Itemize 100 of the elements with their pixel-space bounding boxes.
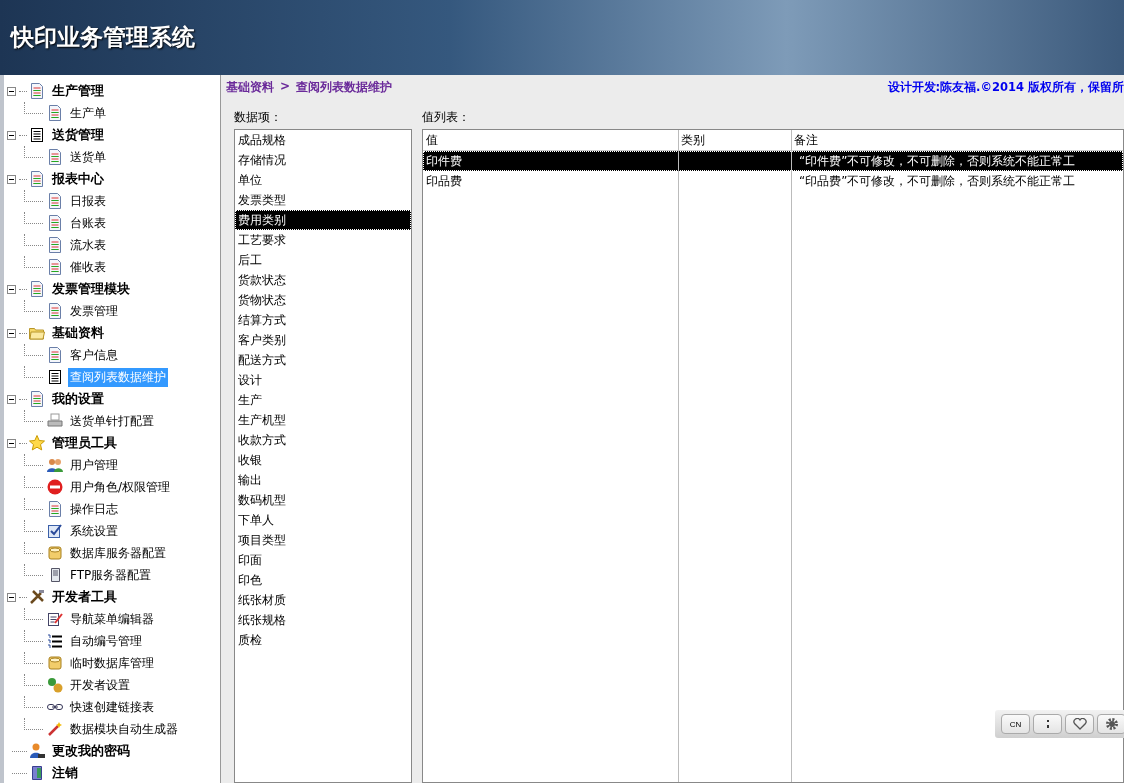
list-item[interactable]: 费用类别 [235, 210, 411, 230]
list-item[interactable]: 客户类别 [235, 330, 411, 350]
list-item[interactable]: 设计 [235, 370, 411, 390]
tree-item[interactable]: 导航菜单编辑器 [68, 609, 156, 629]
table-row[interactable]: 印件费 “印件费”不可修改，不可删除，否则系统不能正常工 [423, 151, 1123, 171]
list-item[interactable]: 货款状态 [235, 270, 411, 290]
list-item[interactable]: 结算方式 [235, 310, 411, 330]
tree-node[interactable]: 开发者工具 [50, 587, 119, 607]
column-header[interactable]: 备注 [791, 130, 1123, 150]
database-icon [47, 655, 63, 671]
heart-icon [1072, 718, 1087, 730]
data-items-label: 数据项： [234, 109, 283, 126]
door-icon [29, 765, 45, 781]
list-item[interactable]: 输出 [235, 470, 411, 490]
list-item[interactable]: 发票类型 [235, 190, 411, 210]
tools-icon [29, 589, 45, 605]
tree-item[interactable]: 用户管理 [68, 455, 120, 475]
tree-item[interactable]: 数据模块自动生成器 [68, 719, 180, 739]
table-cell-text: “印件费”不可修改，不可删除，否则系统不能正常工 [798, 153, 1077, 170]
tree-item[interactable]: 开发者设置 [68, 675, 132, 695]
folder-icon [29, 325, 45, 341]
star-icon [29, 435, 45, 451]
table-row[interactable]: 印品费 “印品费”不可修改，不可删除，否则系统不能正常工 [423, 171, 1123, 191]
tree-node[interactable]: 更改我的密码 [50, 741, 132, 761]
document-icon [47, 215, 63, 231]
list-item[interactable]: 配送方式 [235, 350, 411, 370]
list-item[interactable]: 收银 [235, 450, 411, 470]
list-item[interactable]: 生产 [235, 390, 411, 410]
tree-item[interactable]: 客户信息 [68, 345, 120, 365]
list-item[interactable]: 项目类型 [235, 530, 411, 550]
breadcrumb-link[interactable]: 查阅列表数据维护 [296, 78, 393, 96]
list-item[interactable]: 工艺要求 [235, 230, 411, 250]
list-icon [47, 369, 63, 385]
column-header[interactable]: 类别 [678, 130, 791, 150]
tree-item[interactable]: 生产单 [68, 103, 108, 123]
collapse-toggle[interactable] [7, 328, 16, 338]
document-icon [29, 391, 45, 407]
document-icon [47, 501, 63, 517]
magic-wand-icon [47, 721, 63, 737]
document-icon [47, 105, 63, 121]
copyright-text: 设计开发:陈友福.©2014 版权所有，保留所 [887, 79, 1124, 95]
favorite-button[interactable] [1065, 714, 1094, 734]
list-item[interactable]: 单位 [235, 170, 411, 190]
value-list-label: 值列表： [422, 109, 471, 126]
list-item[interactable]: 货物状态 [235, 290, 411, 310]
list-item[interactable]: 成品规格 [235, 130, 411, 150]
list-item[interactable]: 存储情况 [235, 150, 411, 170]
document-icon [47, 347, 63, 363]
tree-item[interactable]: 系统设置 [68, 521, 120, 541]
punctuation-icon [1045, 719, 1050, 729]
tree-item[interactable]: 台账表 [68, 213, 108, 233]
language-button[interactable]: CN [1001, 714, 1030, 734]
tree-item[interactable]: 自动编号管理 [68, 631, 144, 651]
list-item[interactable]: 纸张材质 [235, 590, 411, 610]
tree-node[interactable]: 生产管理 [50, 81, 106, 101]
tree-item[interactable]: 流水表 [68, 235, 108, 255]
tree-node[interactable]: 送货管理 [50, 125, 106, 145]
tree-item[interactable]: 发票管理 [68, 301, 120, 321]
tree-item[interactable]: 送货单针打配置 [68, 411, 156, 431]
tree-node[interactable]: 发票管理模块 [50, 279, 132, 299]
breadcrumb-separator: > [280, 78, 291, 95]
tree-node[interactable]: 管理员工具 [50, 433, 119, 453]
tree-item[interactable]: 临时数据库管理 [68, 653, 156, 673]
list-item[interactable]: 下单人 [235, 510, 411, 530]
list-item[interactable]: 印面 [235, 550, 411, 570]
tree-item[interactable]: 日报表 [68, 191, 108, 211]
app-title: 快印业务管理系统 [11, 23, 195, 52]
list-item[interactable]: 数码机型 [235, 490, 411, 510]
settings-check-icon [47, 523, 63, 539]
collapse-toggle[interactable] [7, 130, 16, 140]
tree-item[interactable]: FTP服务器配置 [68, 565, 154, 585]
list-item[interactable]: 后工 [235, 250, 411, 270]
document-icon [29, 83, 45, 99]
tree-item[interactable]: 数据库服务器配置 [68, 543, 168, 563]
column-header[interactable]: 值 [423, 130, 678, 150]
list-item[interactable]: 质检 [235, 630, 411, 650]
document-icon [47, 193, 63, 209]
breadcrumb-link[interactable]: 基础资料 [226, 78, 274, 96]
tree-item[interactable]: 催收表 [68, 257, 108, 277]
document-icon [47, 259, 63, 275]
list-item[interactable]: 纸张规格 [235, 610, 411, 630]
settings-button[interactable] [1097, 714, 1124, 734]
collapse-toggle[interactable] [7, 86, 16, 96]
tree-item[interactable]: 操作日志 [68, 499, 120, 519]
tree-node[interactable]: 注销 [50, 763, 80, 783]
list-item[interactable]: 收款方式 [235, 430, 411, 450]
collapse-toggle[interactable] [7, 394, 16, 404]
tree-item[interactable]: 送货单 [68, 147, 108, 167]
list-item[interactable]: 生产机型 [235, 410, 411, 430]
tree-node[interactable]: 我的设置 [50, 389, 106, 409]
collapse-toggle[interactable] [7, 592, 16, 602]
collapse-toggle[interactable] [7, 438, 16, 448]
tree-item[interactable]: 快速创建链接表 [68, 697, 156, 717]
tree-node[interactable]: 基础资料 [50, 323, 106, 343]
collapse-toggle[interactable] [7, 284, 16, 294]
tree-item[interactable]: 用户角色/权限管理 [68, 477, 173, 497]
tree-node[interactable]: 报表中心 [50, 169, 106, 189]
list-item[interactable]: 印色 [235, 570, 411, 590]
collapse-toggle[interactable] [7, 174, 16, 184]
table-cell-text: “印品费”不可修改，不可删除，否则系统不能正常工 [798, 173, 1077, 190]
